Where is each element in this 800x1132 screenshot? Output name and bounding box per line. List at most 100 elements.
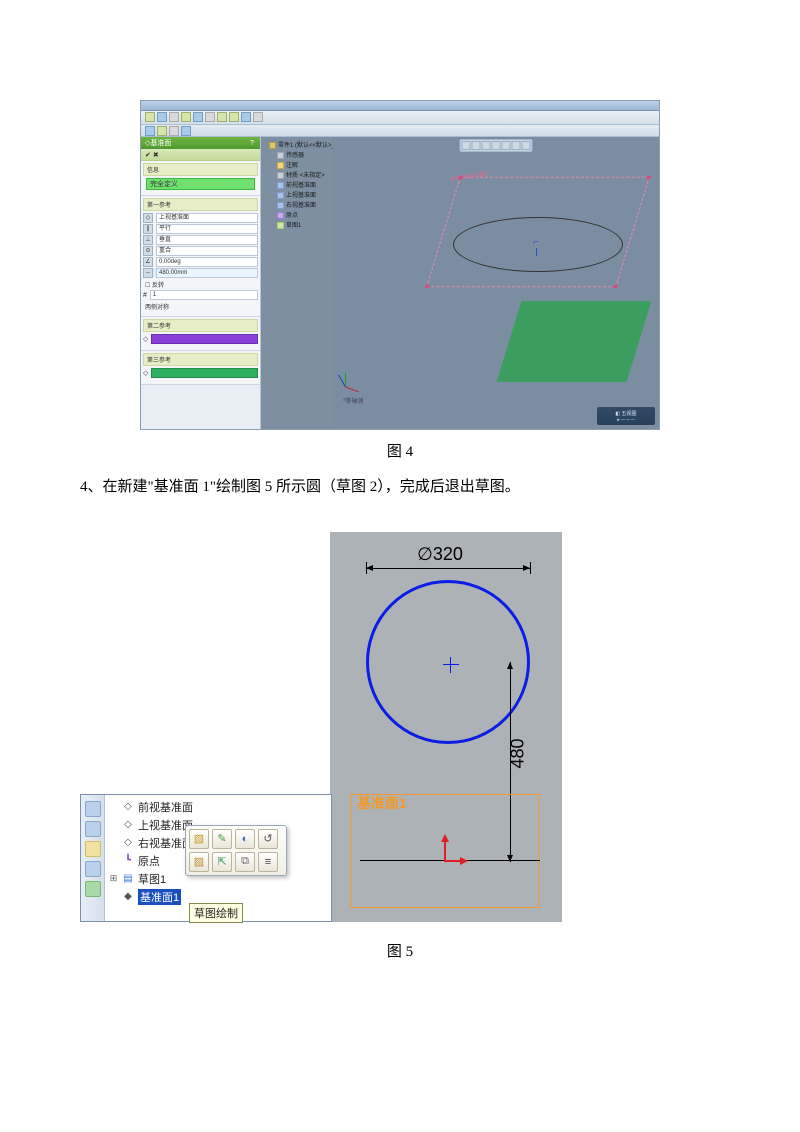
feature-manager-tab[interactable] xyxy=(85,801,101,817)
first-reference-field[interactable]: 上视基准面 xyxy=(156,213,258,223)
toolbar-icon[interactable] xyxy=(217,112,227,122)
toolbar-icon[interactable] xyxy=(145,126,155,136)
tree-origin[interactable]: 原点 xyxy=(263,211,331,221)
ref-select-icon[interactable]: ◇ xyxy=(143,369,148,377)
offset-plane-preview xyxy=(497,301,652,382)
pm-second-ref-label: 第二参考 xyxy=(143,319,258,332)
angle-icon[interactable]: ∠ xyxy=(143,257,153,267)
help-icon[interactable]: ? xyxy=(248,140,256,147)
perp-option[interactable]: 垂直 xyxy=(156,235,258,245)
hud-icon[interactable] xyxy=(512,141,521,150)
toolbar-icon[interactable] xyxy=(181,112,191,122)
section-icon[interactable]: ⧉ xyxy=(235,852,255,872)
tree-sketch1[interactable]: 草图1 xyxy=(263,221,331,231)
fig5-feature-tree-panel: ◇前视基准面 ◇上视基准面 ◇右视基准面 ┗原点 ⊞▤草图1 ◆基准面1 ▧ ✎… xyxy=(80,794,332,922)
pm-third-ref-label: 第三参考 xyxy=(143,353,258,366)
offset-icon[interactable]: ⇔ xyxy=(143,268,153,278)
sketch-origin-marker xyxy=(444,838,446,862)
parallel-icon[interactable]: ∥ xyxy=(143,224,153,234)
second-ref-swatch[interactable] xyxy=(151,334,258,344)
view-mode-badge[interactable]: ◧ 五视图 ▸ ─ ─ ─ xyxy=(597,407,655,425)
hud-icon[interactable] xyxy=(462,141,471,150)
ref-select-icon[interactable]: ◇ xyxy=(143,335,148,343)
ok-icon[interactable]: ✔ xyxy=(145,151,151,159)
hud-icon[interactable] xyxy=(492,141,501,150)
hud-toolbar xyxy=(460,139,533,152)
toolbar-icon[interactable] xyxy=(253,112,263,122)
offset-distance-field[interactable]: 480.00mm xyxy=(156,268,258,278)
secondary-toolbar xyxy=(141,125,659,137)
toolbar-icon[interactable] xyxy=(145,112,155,122)
view-triad xyxy=(345,363,369,387)
tree-top-plane[interactable]: 上视基准面 xyxy=(263,191,331,201)
perpendicular-icon[interactable]: ⊥ xyxy=(143,235,153,245)
feature-tree: ◇前视基准面 ◇上视基准面 ◇右视基准面 ┗原点 ⊞▤草图1 ◆基准面1 ▧ ✎… xyxy=(105,795,331,921)
graphics-area[interactable]: 前视基准面 ⌐ *等轴测 ◧ 五视图 ▸ ─ ─ ─ xyxy=(333,137,659,429)
toolbar-icon[interactable] xyxy=(181,126,191,136)
zoom-icon[interactable]: ↺ xyxy=(258,829,278,849)
hud-icon[interactable] xyxy=(522,141,531,150)
figure4-caption: 图 4 xyxy=(80,440,720,461)
ref-select-icon[interactable]: ◇ xyxy=(143,213,153,223)
hud-icon[interactable] xyxy=(502,141,511,150)
coincident-icon[interactable]: ⊙ xyxy=(143,246,153,256)
property-manager-tab[interactable] xyxy=(85,821,101,837)
solidworks-screenshot-fig4: ◇ 基准面 ? ✔ ✖ 信息 完全定义 第一参考 ◇ 上视基准面 xyxy=(140,100,660,430)
config-manager-tab[interactable] xyxy=(85,841,101,857)
tree-front-plane[interactable]: 前视基准面 xyxy=(263,181,331,191)
toolbar-icon[interactable] xyxy=(169,126,179,136)
datum-plane-label: 基准面1 xyxy=(357,793,407,813)
context-toolbar: ▧ ✎ ◐ ↺ ▨ ⇱ ⧉ ≡ xyxy=(185,825,287,876)
coincident-option[interactable]: 重合 xyxy=(156,246,258,256)
display-manager-tab[interactable] xyxy=(85,881,101,897)
parallel-option[interactable]: 平行 xyxy=(156,224,258,234)
sketch-icon[interactable]: ✎ xyxy=(212,829,232,849)
toolbar-icon[interactable] xyxy=(241,112,251,122)
feature-tree: 零件1 (默认<<默认>_显 传感器 注解 材质 <未指定> 前视基准面 上视基… xyxy=(261,137,333,429)
pm-info-label: 信息 xyxy=(143,163,258,176)
edit-icon[interactable]: ▨ xyxy=(189,852,209,872)
midplane-option[interactable]: 两侧对称 xyxy=(145,302,258,311)
main-toolbar xyxy=(141,111,659,125)
toolbar-icon[interactable] xyxy=(229,112,239,122)
cancel-icon[interactable]: ✖ xyxy=(153,151,159,159)
toolbar-icon[interactable] xyxy=(157,112,167,122)
feature-icon[interactable]: ▧ xyxy=(189,829,209,849)
flip-checkbox[interactable]: ☐ 反转 xyxy=(145,280,258,289)
figure5-caption: 图 5 xyxy=(80,940,720,961)
count-field[interactable]: 1 xyxy=(150,290,258,300)
property-manager-panel: ◇ 基准面 ? ✔ ✖ 信息 完全定义 第一参考 ◇ 上视基准面 xyxy=(141,137,261,429)
pm-title: 基准面 xyxy=(150,138,248,148)
view-name: *等轴测 xyxy=(343,396,363,405)
hud-icon[interactable] xyxy=(472,141,481,150)
normal-icon[interactable]: ⇱ xyxy=(212,852,232,872)
pm-fully-defined: 完全定义 xyxy=(146,178,255,190)
third-ref-swatch[interactable] xyxy=(151,368,258,378)
toolbar-icon[interactable] xyxy=(157,126,167,136)
window-titlebar xyxy=(141,101,659,111)
dimension-line xyxy=(366,568,530,569)
pm-header: ◇ 基准面 ? xyxy=(141,137,260,149)
figure5-composite: ∅320 480 基准面1 xyxy=(80,532,720,932)
sketch-tooltip: 草图绘制 xyxy=(189,903,243,923)
tree-material[interactable]: 材质 <未指定> xyxy=(263,171,331,181)
tree-annotations[interactable]: 注解 xyxy=(263,161,331,171)
extension-line xyxy=(530,562,531,574)
circle-center-mark xyxy=(446,660,456,670)
count-icon: # xyxy=(143,292,147,299)
toolbar-icon[interactable] xyxy=(169,112,179,122)
tree-root[interactable]: 零件1 (默认<<默认>_显 xyxy=(263,141,331,151)
props-icon[interactable]: ≡ xyxy=(258,852,278,872)
hud-icon[interactable] xyxy=(482,141,491,150)
dim-manager-tab[interactable] xyxy=(85,861,101,877)
diameter-dimension: ∅320 xyxy=(330,544,550,565)
tree-sensors[interactable]: 传感器 xyxy=(263,151,331,161)
vertical-dimension-value: 480 xyxy=(508,738,529,768)
tree-front-plane[interactable]: ◇前视基准面 xyxy=(109,798,329,816)
tree-right-plane[interactable]: 右视基准面 xyxy=(263,201,331,211)
toolbar-icon[interactable] xyxy=(205,112,215,122)
hide-icon[interactable]: ◐ xyxy=(235,829,255,849)
angle-field[interactable]: 0.00deg xyxy=(156,257,258,267)
toolbar-icon[interactable] xyxy=(193,112,203,122)
manager-tabstrip xyxy=(81,795,105,921)
